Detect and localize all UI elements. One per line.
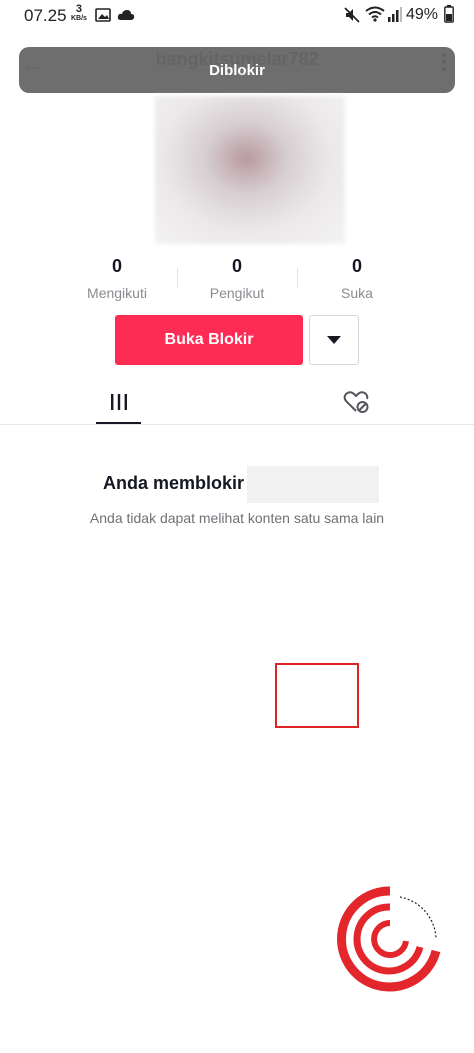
redacted-username: [247, 466, 379, 503]
blocked-title: Anda memblokir: [103, 473, 245, 493]
tab-liked[interactable]: [342, 388, 370, 416]
stat-following-value: 0: [111, 256, 122, 276]
net-speed-value: 3: [75, 3, 83, 15]
tab-videos[interactable]: [96, 386, 141, 426]
stat-followers-label: Pengikut: [209, 285, 265, 301]
highlight-box: [275, 663, 359, 728]
grid-icon: [110, 394, 127, 410]
caret-down-icon: [327, 336, 341, 344]
battery-icon: [444, 5, 454, 28]
wifi-icon: [365, 6, 385, 27]
net-speed-unit: KB/s: [71, 15, 87, 22]
tabs-divider: [0, 424, 474, 425]
blocked-toast: Diblokir: [19, 47, 455, 93]
unblock-button[interactable]: Buka Blokir: [115, 315, 303, 365]
mute-icon: [344, 7, 360, 28]
liked-hidden-icon: [343, 391, 369, 413]
blocked-subtitle: Anda tidak dapat melihat konten satu sam…: [89, 510, 385, 526]
status-time: 07.25: [24, 6, 67, 25]
stat-followers[interactable]: 0 Pengikut: [177, 256, 297, 301]
stat-likes-label: Suka: [341, 285, 373, 301]
stat-following[interactable]: 0 Mengikuti: [57, 256, 177, 301]
watermark-logo: [336, 885, 444, 993]
more-actions-button[interactable]: [309, 315, 359, 365]
cloud-icon: [117, 8, 135, 26]
signal-icon: [388, 7, 402, 27]
stat-likes[interactable]: 0 Suka: [297, 256, 417, 301]
net-speed: 3 KB/s: [71, 4, 87, 23]
stat-likes-value: 0: [351, 256, 362, 276]
stat-followers-value: 0: [231, 256, 242, 276]
stat-following-label: Mengikuti: [87, 285, 147, 301]
image-icon: [95, 8, 111, 27]
battery-percent: 49%: [406, 6, 439, 23]
avatar: [155, 96, 345, 244]
